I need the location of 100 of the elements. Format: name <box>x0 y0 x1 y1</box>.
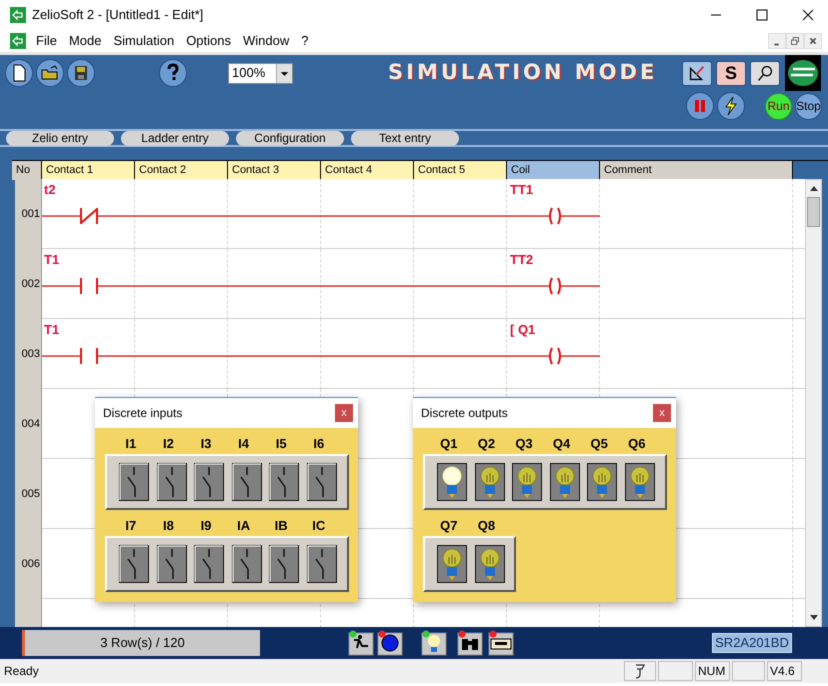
io-label: I9 <box>200 518 212 533</box>
scroll-thumb[interactable] <box>807 197 820 227</box>
coil-label: TT1 <box>510 183 534 196</box>
s-button[interactable]: S <box>716 60 746 86</box>
open-folder-icon[interactable] <box>36 59 64 87</box>
toolbar-tool-icon[interactable] <box>421 630 447 656</box>
row-number: 006 <box>15 529 42 599</box>
io-label: I5 <box>274 436 288 451</box>
mode-title: SIMULATION MODE <box>388 59 658 86</box>
run-button[interactable]: Run <box>765 92 792 120</box>
toolbar-tool-icon[interactable] <box>348 630 374 656</box>
dropdown-caret-icon[interactable] <box>276 64 292 82</box>
switch-icon[interactable] <box>119 463 149 501</box>
bulb-icon[interactable] <box>624 463 655 501</box>
bulb-icon[interactable] <box>474 545 505 583</box>
io-label: IB <box>274 518 289 533</box>
bulb-icon[interactable] <box>437 463 467 501</box>
contact-label: T1 <box>44 323 60 336</box>
row-number: 005 <box>15 459 42 529</box>
row-number: 002 <box>15 249 42 319</box>
column-header: Comment <box>600 161 793 180</box>
switch-icon[interactable] <box>194 545 224 583</box>
logo-icon <box>785 55 821 91</box>
tab[interactable]: Configuration <box>236 130 344 146</box>
app-icon <box>10 33 26 49</box>
switch-icon[interactable] <box>119 545 149 583</box>
menu-item[interactable]: Window <box>237 31 296 51</box>
status-pane <box>732 661 765 681</box>
open-contact-icon <box>80 347 98 365</box>
status-indicator: V4.6 <box>767 661 802 681</box>
stop-button[interactable]: Stop <box>795 92 822 120</box>
bulb-icon[interactable] <box>550 463 580 501</box>
menu-item[interactable]: Options <box>180 31 237 51</box>
zoom-dropdown[interactable]: 100% <box>228 62 293 84</box>
coil-icon <box>547 347 563 365</box>
restore-icon[interactable] <box>786 33 804 49</box>
io-label: Q6 <box>627 436 646 451</box>
search-icon[interactable] <box>750 60 780 86</box>
toolbar-tool-icon[interactable] <box>457 630 483 656</box>
help-icon[interactable] <box>159 59 187 87</box>
column-header: Contact 3 <box>228 161 321 180</box>
scrollbar[interactable] <box>805 179 822 627</box>
maximize-icon[interactable] <box>754 7 770 23</box>
status-pane <box>658 661 693 681</box>
coil-icon <box>547 277 563 295</box>
io-label: I2 <box>162 436 175 451</box>
contact-label: T1 <box>44 253 60 266</box>
close-button[interactable]: x <box>653 404 671 422</box>
column-header: Contact 4 <box>321 161 414 180</box>
io-label: Q1 <box>439 436 458 451</box>
open-contact-icon <box>80 277 98 295</box>
app-icon <box>10 7 26 23</box>
tab[interactable]: Ladder entry <box>121 130 229 146</box>
status-indicator: NUM <box>695 661 730 681</box>
switch-icon[interactable] <box>232 463 262 501</box>
switch-icon[interactable] <box>156 463 187 501</box>
io-label: Q8 <box>476 518 496 533</box>
switch-icon[interactable] <box>156 545 187 583</box>
io-label: IC <box>311 518 326 533</box>
io-label: Q2 <box>476 436 496 451</box>
close-icon[interactable] <box>800 7 816 23</box>
row-count-field: 3 Row(s) / 120 <box>22 630 260 656</box>
io-label: Q7 <box>439 518 458 533</box>
column-header: Contact 2 <box>135 161 228 180</box>
save-icon[interactable] <box>67 59 95 87</box>
switch-icon[interactable] <box>306 545 337 583</box>
row-number: 003 <box>15 319 42 389</box>
menu-item[interactable]: Simulation <box>107 31 180 51</box>
column-header: Contact 5 <box>414 161 507 180</box>
new-file-icon[interactable] <box>5 59 33 87</box>
window-title: ZelioSoft 2 - [Untitled1 - Edit*] <box>32 6 204 24</box>
closed-contact-icon <box>80 207 98 225</box>
column-header: No <box>12 161 42 180</box>
switch-icon[interactable] <box>269 545 300 583</box>
switch-icon[interactable] <box>232 545 262 583</box>
menu-item[interactable]: ? <box>295 31 314 51</box>
menu-item[interactable]: Mode <box>62 31 108 51</box>
tab[interactable]: Zelio entry <box>6 130 114 146</box>
switch-icon[interactable] <box>269 463 300 501</box>
bulb-icon[interactable] <box>437 545 467 583</box>
io-label: I7 <box>124 518 138 533</box>
bulb-icon[interactable] <box>512 463 542 501</box>
switch-icon[interactable] <box>306 463 337 501</box>
popup-title: Discrete outputs <box>421 405 509 422</box>
toolbar-tool-icon[interactable] <box>488 630 514 656</box>
drafting-icon[interactable] <box>682 60 712 86</box>
io-label: I3 <box>200 436 212 451</box>
menu-item[interactable]: File <box>30 31 63 51</box>
coil-label: [ Q1 <box>510 323 536 336</box>
popup-title: Discrete inputs <box>103 405 184 422</box>
lightning-icon[interactable] <box>717 92 745 120</box>
close-icon[interactable] <box>804 33 822 49</box>
toolbar-tool-icon[interactable] <box>377 630 403 656</box>
close-button[interactable]: x <box>335 404 353 422</box>
module-label: SR2A201BD <box>712 633 792 653</box>
tab[interactable]: Text entry <box>351 130 459 146</box>
io-label: IA <box>236 518 252 533</box>
bulb-icon[interactable] <box>474 463 505 501</box>
switch-icon[interactable] <box>194 463 224 501</box>
bulb-icon[interactable] <box>587 463 618 501</box>
